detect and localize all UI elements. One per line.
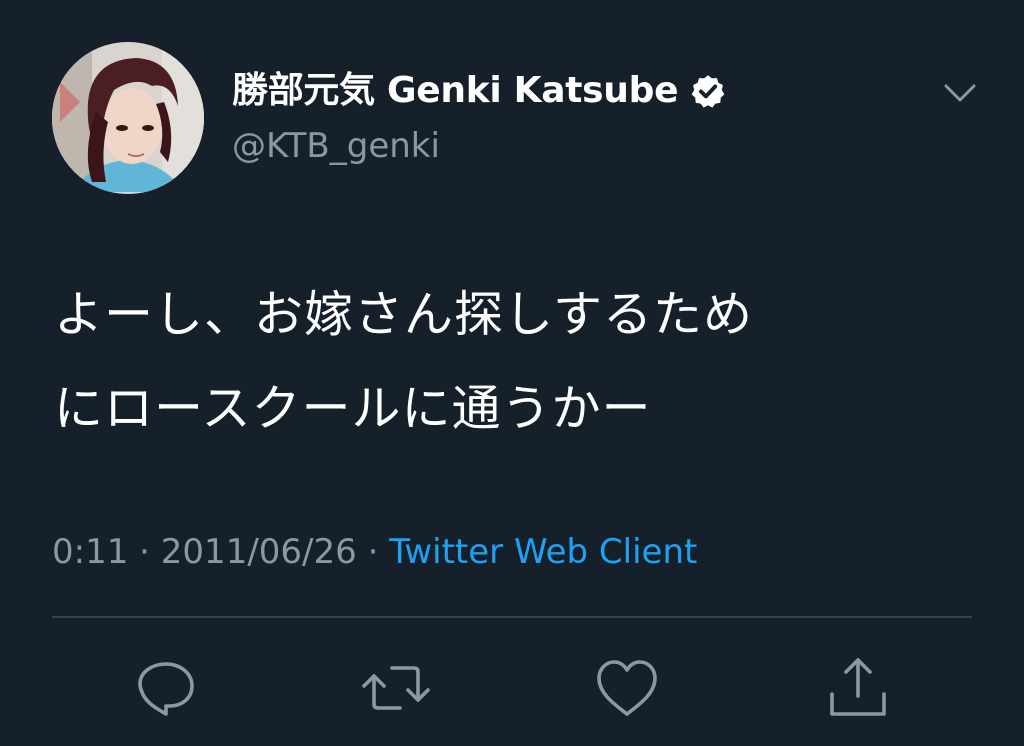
display-name[interactable]: 勝部元気 Genki Katsube: [232, 66, 678, 116]
chevron-down-icon: [944, 84, 976, 102]
tweet-time[interactable]: 0:11: [52, 532, 128, 572]
tweet-text-line: にロースクールに通うかー: [54, 380, 652, 437]
share-icon: [830, 658, 886, 716]
avatar-image: [52, 42, 204, 194]
retweet-icon: [362, 666, 430, 710]
reply-button[interactable]: [126, 648, 206, 728]
heart-icon: [597, 660, 657, 716]
tweet-text-line: よーし、お嫁さん探しするため: [54, 286, 754, 343]
meta-separator: ·: [139, 532, 161, 572]
tweet-date[interactable]: 2011/06/26: [161, 532, 357, 572]
tweet-meta: 0:11 · 2011/06/26 · Twitter Web Client: [52, 528, 697, 576]
user-name-row[interactable]: 勝部元気 Genki Katsube: [232, 66, 726, 116]
user-handle[interactable]: @KTB_genki: [232, 124, 440, 168]
more-options-button[interactable]: [936, 74, 984, 110]
verified-badge-icon: [690, 73, 726, 109]
tweet-actions: [0, 648, 1024, 728]
tweet-card: 勝部元気 Genki Katsube @KTB_genki よーし、お嫁さん探し…: [0, 0, 1024, 746]
share-button[interactable]: [818, 648, 898, 728]
tweet-text: よーし、お嫁さん探しするため にロースクールに通うかー: [54, 268, 954, 456]
avatar[interactable]: [52, 42, 204, 194]
retweet-button[interactable]: [356, 648, 436, 728]
divider: [52, 616, 972, 618]
reply-icon: [138, 662, 194, 716]
tweet-source-link[interactable]: Twitter Web Client: [389, 532, 697, 572]
meta-separator: ·: [367, 532, 390, 572]
like-button[interactable]: [587, 648, 667, 728]
